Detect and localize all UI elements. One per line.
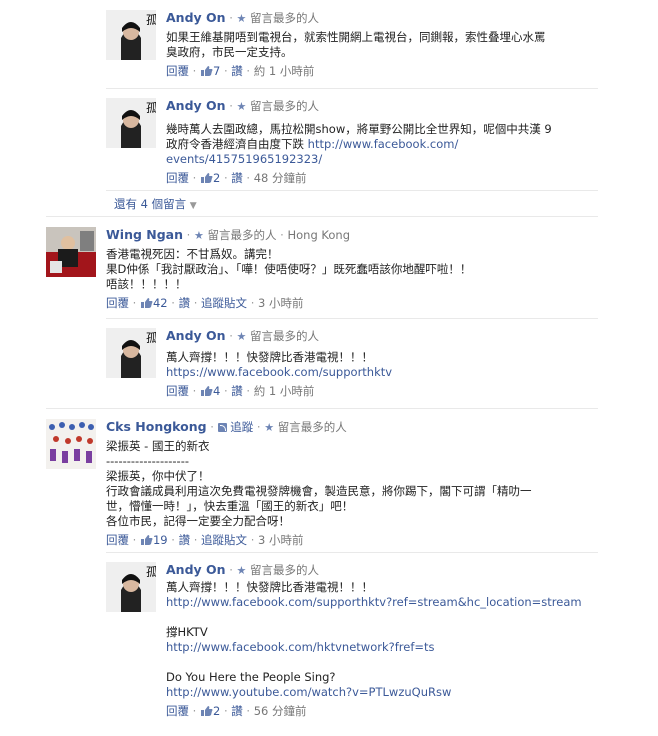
comment-author[interactable]: Cks Hongkong	[106, 419, 207, 434]
svg-text:孤: 孤	[146, 331, 156, 345]
star-icon: ★	[236, 564, 247, 577]
comment-author[interactable]: Andy On	[166, 98, 226, 113]
andy-on-avatar-icon: 孤	[106, 10, 156, 60]
follow-icon	[217, 423, 227, 432]
timestamp[interactable]: 48 分鐘前	[254, 171, 307, 185]
divider	[106, 190, 598, 191]
comment-link[interactable]: http://www.facebook.com/	[308, 137, 459, 151]
unlike-link[interactable]: 讚	[179, 296, 191, 310]
like-count[interactable]: 42	[153, 296, 168, 310]
timestamp[interactable]: 3 小時前	[258, 296, 303, 310]
timestamp[interactable]: 3 小時前	[258, 533, 303, 547]
avatar[interactable]: 孤	[106, 562, 156, 612]
svg-text:孤: 孤	[146, 13, 156, 27]
reply-link[interactable]: 回覆	[106, 533, 129, 547]
timestamp[interactable]: 56 分鐘前	[254, 704, 307, 718]
comment-text: 萬人齊撐！！！快發牌比香港電視！！！ https://www.facebook.…	[166, 350, 393, 379]
top-commenter-badge: 留言最多的人	[250, 99, 320, 113]
wing-ngan-avatar-icon	[46, 227, 96, 277]
comment-text: 萬人齊撐！！！快發牌比香港電視！！！ http://www.facebook.c…	[166, 580, 582, 699]
comment: Cks Hongkong · 追蹤 · ★ 留言最多的人 梁振英 - 國王的新衣…	[46, 419, 606, 547]
svg-text:孤: 孤	[146, 565, 156, 579]
unlike-link[interactable]: 讚	[231, 704, 243, 718]
star-icon: ★	[236, 330, 247, 343]
like-thumb-icon[interactable]	[140, 534, 153, 550]
timestamp[interactable]: 約 1 小時前	[254, 384, 315, 398]
like-thumb-icon[interactable]	[200, 705, 213, 721]
unlike-link[interactable]: 讚	[179, 533, 191, 547]
reply-link[interactable]: 回覆	[106, 296, 129, 310]
follow-post-link[interactable]: 追蹤貼文	[201, 296, 247, 310]
like-thumb-icon[interactable]	[200, 172, 213, 188]
top-commenter-badge: 留言最多的人	[250, 329, 320, 343]
comment: Wing Ngan · ★ 留言最多的人 · Hong Kong 香港電視死因：…	[46, 227, 606, 317]
reply-comment: 孤 Andy On · ★ 留言最多的人 幾時萬人去圍政總，馬拉松開show，將…	[106, 98, 606, 188]
reply-link[interactable]: 回覆	[166, 64, 189, 78]
top-commenter-badge: 留言最多的人	[207, 228, 277, 242]
star-icon: ★	[236, 12, 247, 25]
cks-hongkong-avatar-icon	[46, 419, 96, 469]
comment-text: 香港電視死因：不甘爲奴。講完！ 果D仲係「我討厭政治」、「嘩！使唔使呀？」既死蠢…	[106, 247, 472, 291]
reply-comment: 孤 Andy On · ★ 留言最多的人 萬人齊撐！！！快發牌比香港電視！！！ …	[106, 562, 606, 722]
andy-on-avatar-icon: 孤	[106, 562, 156, 612]
comment-link[interactable]: events/415751965192323/	[166, 152, 322, 166]
reply-comment: 孤 Andy On · ★ 留言最多的人 如果王維基開唔到電視台，就索性開網上電…	[106, 10, 606, 80]
like-count[interactable]: 4	[213, 384, 220, 398]
like-count[interactable]: 19	[153, 533, 168, 547]
like-thumb-icon[interactable]	[200, 65, 213, 81]
andy-on-avatar-icon: 孤	[106, 98, 156, 148]
divider	[106, 318, 598, 319]
like-count[interactable]: 7	[213, 64, 220, 78]
star-icon: ★	[236, 100, 247, 113]
unlike-link[interactable]: 讚	[231, 64, 243, 78]
like-thumb-icon[interactable]	[140, 297, 153, 313]
reply-link[interactable]: 回覆	[166, 384, 189, 398]
like-count[interactable]: 2	[213, 171, 220, 185]
reply-link[interactable]: 回覆	[166, 171, 189, 185]
avatar[interactable]	[46, 419, 96, 469]
comment-text: 幾時萬人去圍政總，馬拉松開show，將單野公開比全世界知，呢個中共漢 9 政府令…	[166, 122, 552, 166]
top-commenter-badge: 留言最多的人	[250, 563, 320, 577]
comment-link[interactable]: http://www.facebook.com/hktvnetwork?fref…	[166, 640, 435, 654]
divider	[106, 552, 598, 553]
reply-link[interactable]: 回覆	[166, 704, 189, 718]
location[interactable]: Hong Kong	[287, 228, 350, 242]
avatar[interactable]: 孤	[106, 10, 156, 60]
avatar[interactable]: 孤	[106, 328, 156, 378]
follow-link[interactable]: 追蹤	[230, 420, 253, 434]
divider	[46, 216, 598, 217]
comment-text: 如果王維基開唔到電視台，就索性開網上電視台，同鍘報，索性叠埋心水罵 臭政府，市民…	[166, 30, 546, 59]
comment-link[interactable]: https://www.facebook.com/supporthktv	[166, 365, 392, 379]
comment-link[interactable]: http://www.youtube.com/watch?v=PTLwzuQuR…	[166, 685, 451, 699]
top-commenter-badge: 留言最多的人	[250, 11, 320, 25]
like-count[interactable]: 2	[213, 704, 220, 718]
comment-author[interactable]: Andy On	[166, 328, 226, 343]
svg-text:孤: 孤	[146, 101, 156, 115]
timestamp[interactable]: 約 1 小時前	[254, 64, 315, 78]
star-icon: ★	[193, 229, 204, 242]
avatar[interactable]	[46, 227, 96, 277]
like-thumb-icon[interactable]	[200, 385, 213, 401]
comment-author[interactable]: Andy On	[166, 10, 226, 25]
follow-post-link[interactable]: 追蹤貼文	[201, 533, 247, 547]
divider	[46, 408, 598, 409]
star-icon: ★	[264, 421, 275, 434]
comment-text: 梁振英 - 國王的新衣 -------------------- 梁振英，你中伏…	[106, 439, 532, 528]
divider	[106, 88, 598, 89]
top-commenter-badge: 留言最多的人	[277, 420, 347, 434]
unlike-link[interactable]: 讚	[231, 171, 243, 185]
avatar[interactable]: 孤	[106, 98, 156, 148]
reply-comment: 孤 Andy On · ★ 留言最多的人 萬人齊撐！！！快發牌比香港電視！！！ …	[106, 328, 606, 398]
more-replies-link[interactable]: 還有 4 個留言 ▼	[114, 196, 197, 212]
comment-author[interactable]: Wing Ngan	[106, 227, 183, 242]
andy-on-avatar-icon: 孤	[106, 328, 156, 378]
comment-author[interactable]: Andy On	[166, 562, 226, 577]
comment-link[interactable]: http://www.facebook.com/supporthktv?ref=…	[166, 595, 582, 609]
chevron-down-icon: ▼	[189, 201, 197, 211]
unlike-link[interactable]: 讚	[231, 384, 243, 398]
